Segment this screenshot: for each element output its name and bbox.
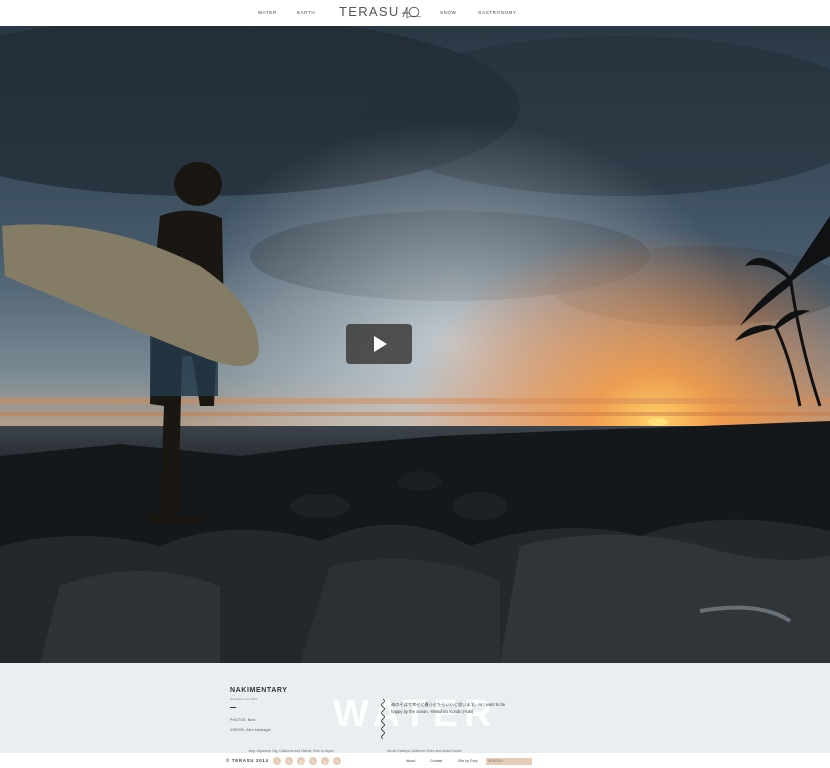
video-credit: VIDEOS: Alex Kanbagai	[230, 728, 271, 732]
nav-link-earth[interactable]: EARTH	[297, 10, 315, 15]
site-footer: © TERASU 2014 f t ◎ v p ◔ About Contact …	[0, 753, 830, 768]
footer-link-credit[interactable]: Site by Grey	[458, 759, 478, 763]
footer-link-about[interactable]: About	[406, 759, 415, 763]
nav-link-water[interactable]: WATER	[258, 10, 277, 15]
play-button[interactable]	[346, 324, 412, 364]
story-quote: 海のそばで幸せに暮らせたらいいと思います。AI | want to be hap…	[391, 702, 506, 714]
top-navigation: WATER EARTH TERASU SNOW GASTRONOMY	[0, 0, 830, 26]
footer-search-input[interactable]	[486, 757, 532, 765]
copyright-text: © TERASU 2014	[226, 758, 269, 763]
vimeo-icon[interactable]: v	[309, 757, 317, 765]
rss-icon[interactable]: ◔	[333, 757, 341, 765]
hero-image	[0, 26, 830, 663]
nav-link-snow[interactable]: SNOW	[440, 10, 456, 15]
play-icon	[374, 336, 387, 352]
story-info-section: WATER NAKIMENTARY December 1st, 2014 PHO…	[0, 663, 830, 753]
facebook-icon[interactable]: f	[273, 757, 281, 765]
wavy-divider-icon	[381, 699, 385, 739]
story-date: December 1st, 2014	[230, 697, 258, 701]
hero-video[interactable]	[0, 26, 830, 663]
logo-text: TERASU	[339, 4, 400, 19]
instagram-icon[interactable]: ◎	[297, 757, 305, 765]
site-logo[interactable]: TERASU	[339, 4, 422, 19]
footer-link-contact[interactable]: Contact	[430, 759, 442, 763]
story-title: NAKIMENTARY	[230, 687, 288, 694]
logo-mark-icon	[401, 6, 421, 18]
nav-link-gastronomy[interactable]: GASTRONOMY	[478, 10, 517, 15]
twitter-icon[interactable]: t	[285, 757, 293, 765]
title-divider	[230, 707, 236, 708]
pinterest-icon[interactable]: p	[321, 757, 329, 765]
photo-credit: PHOTOS: Nuts	[230, 718, 256, 722]
